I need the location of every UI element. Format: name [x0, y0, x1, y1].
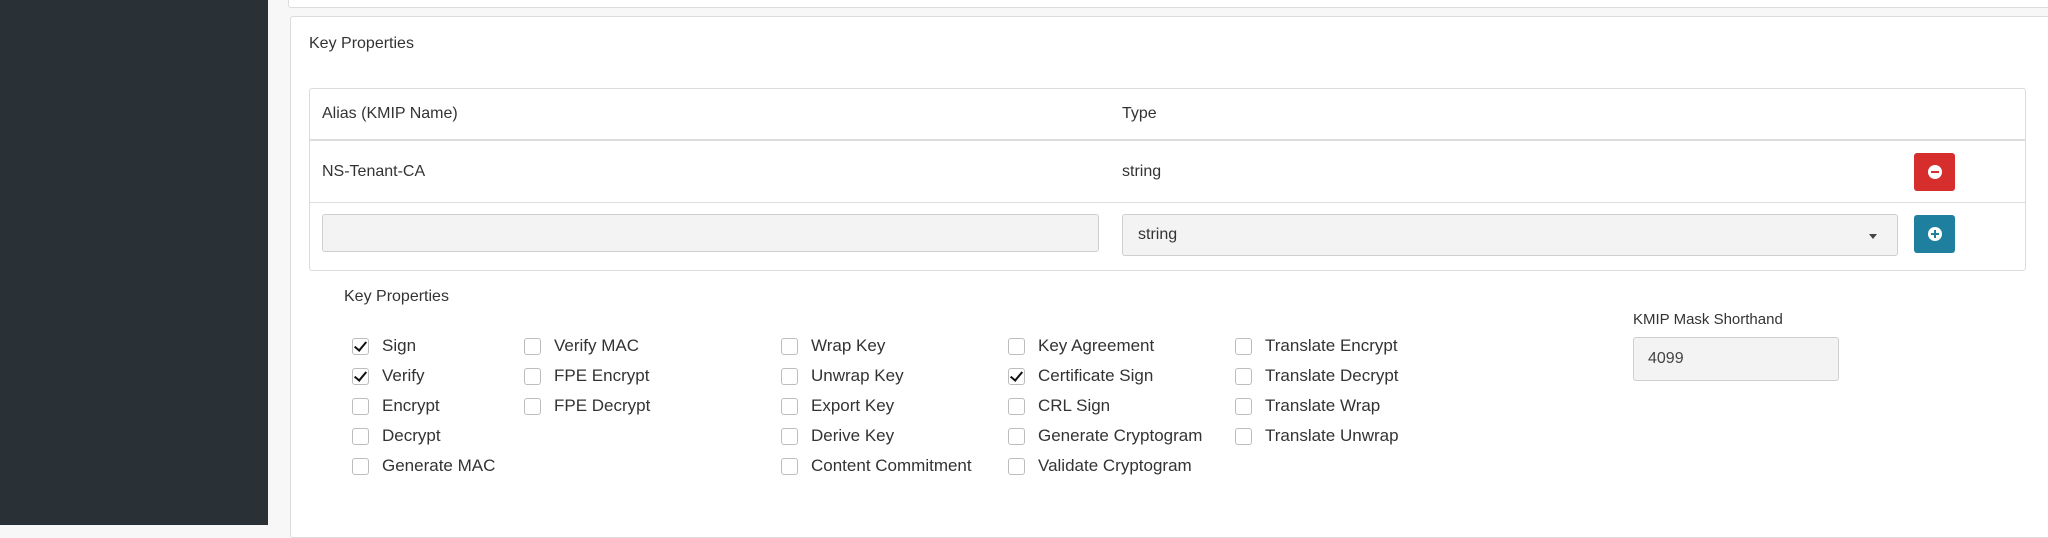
- checkbox-box[interactable]: [1008, 457, 1025, 475]
- checkbox-verify[interactable]: Verify: [352, 365, 425, 387]
- checkbox-box[interactable]: [352, 427, 369, 445]
- checkbox-box[interactable]: [1008, 337, 1025, 355]
- checkbox-validate-cryptogram[interactable]: Validate Cryptogram: [1008, 455, 1192, 477]
- checkbox-label: Export Key: [811, 396, 895, 415]
- checkbox-certificate-sign[interactable]: Certificate Sign: [1008, 365, 1153, 387]
- plus-circle-icon: [1927, 227, 1942, 241]
- checkbox-box[interactable]: [1235, 427, 1252, 445]
- minus-circle-icon: [1927, 165, 1942, 179]
- checkbox-generate-cryptogram[interactable]: Generate Cryptogram: [1008, 425, 1202, 447]
- alias-column-header: Alias (KMIP Name): [322, 105, 458, 122]
- checkbox-label: Derive Key: [811, 426, 895, 445]
- checkbox-box[interactable]: [524, 367, 541, 385]
- checkbox-label: Translate Unwrap: [1265, 426, 1399, 445]
- checkbox-label: Validate Cryptogram: [1038, 456, 1192, 475]
- checkbox-label: Verify: [382, 366, 425, 385]
- type-select-value: string: [1138, 226, 1178, 243]
- key-properties-title: Key Properties: [344, 288, 449, 305]
- checkbox-label: Encrypt: [382, 396, 440, 415]
- add-alias-button[interactable]: [1914, 215, 1955, 253]
- checkbox-derive-key[interactable]: Derive Key: [781, 425, 894, 447]
- kmip-mask-label: KMIP Mask Shorthand: [1633, 311, 1783, 328]
- checkbox-box[interactable]: [352, 367, 369, 385]
- checkbox-label: Unwrap Key: [811, 366, 904, 385]
- checkbox-label: Certificate Sign: [1038, 366, 1154, 385]
- checkbox-box[interactable]: [1008, 397, 1025, 415]
- table-row: NS-Tenant-CA string: [310, 141, 2025, 203]
- previous-panel-edge: [288, 0, 2048, 8]
- type-column-header: Type: [1122, 105, 1157, 122]
- checkbox-encrypt[interactable]: Encrypt: [352, 395, 440, 417]
- checkbox-translate-decrypt[interactable]: Translate Decrypt: [1235, 365, 1399, 387]
- checkbox-verify-mac[interactable]: Verify MAC: [524, 335, 639, 357]
- checkbox-export-key[interactable]: Export Key: [781, 395, 894, 417]
- checkbox-box[interactable]: [781, 397, 798, 415]
- type-select[interactable]: string: [1122, 214, 1898, 256]
- checkbox-box[interactable]: [781, 337, 798, 355]
- key-properties-panel: Key Properties Alias (KMIP Name) Type NS…: [290, 16, 2048, 538]
- checkbox-crl-sign[interactable]: CRL Sign: [1008, 395, 1110, 417]
- checkbox-label: FPE Decrypt: [554, 396, 651, 415]
- checkbox-box[interactable]: [1235, 337, 1252, 355]
- remove-alias-button[interactable]: [1914, 153, 1955, 191]
- alias-cell: NS-Tenant-CA: [322, 163, 426, 180]
- caret-down-icon: [1869, 234, 1877, 239]
- alias-table: Alias (KMIP Name) Type NS-Tenant-CA stri…: [309, 88, 2026, 271]
- checkbox-box[interactable]: [781, 427, 798, 445]
- checkbox-unwrap-key[interactable]: Unwrap Key: [781, 365, 904, 387]
- checkbox-label: Key Agreement: [1038, 336, 1155, 355]
- checkbox-box[interactable]: [352, 397, 369, 415]
- checkbox-box[interactable]: [1008, 367, 1025, 385]
- checkbox-content-commitment[interactable]: Content Commitment: [781, 455, 972, 477]
- checkbox-fpe-decrypt[interactable]: FPE Decrypt: [524, 395, 650, 417]
- checkbox-box[interactable]: [1235, 367, 1252, 385]
- checkbox-translate-wrap[interactable]: Translate Wrap: [1235, 395, 1380, 417]
- panel-title: Key Properties: [309, 35, 414, 52]
- checkbox-label: Verify MAC: [554, 336, 640, 355]
- table-header: Alias (KMIP Name) Type: [310, 89, 2025, 141]
- checkbox-translate-unwrap[interactable]: Translate Unwrap: [1235, 425, 1399, 447]
- checkbox-label: Translate Wrap: [1265, 396, 1381, 415]
- checkbox-label: CRL Sign: [1038, 396, 1111, 415]
- checkbox-fpe-encrypt[interactable]: FPE Encrypt: [524, 365, 649, 387]
- checkbox-label: FPE Encrypt: [554, 366, 650, 385]
- checkbox-label: Translate Encrypt: [1265, 336, 1398, 355]
- checkbox-box[interactable]: [352, 337, 369, 355]
- checkbox-key-agreement[interactable]: Key Agreement: [1008, 335, 1154, 357]
- checkbox-label: Translate Decrypt: [1265, 366, 1399, 385]
- checkbox-translate-encrypt[interactable]: Translate Encrypt: [1235, 335, 1398, 357]
- checkbox-generate-mac[interactable]: Generate MAC: [352, 455, 495, 477]
- checkbox-box[interactable]: [524, 397, 541, 415]
- checkbox-sign[interactable]: Sign: [352, 335, 416, 357]
- checkbox-box[interactable]: [781, 457, 798, 475]
- type-cell: string: [1122, 163, 1162, 180]
- checkbox-label: Generate MAC: [382, 456, 496, 475]
- checkbox-box[interactable]: [1008, 427, 1025, 445]
- checkbox-decrypt[interactable]: Decrypt: [352, 425, 441, 447]
- alias-input[interactable]: [322, 214, 1099, 252]
- kmip-mask-input[interactable]: [1633, 337, 1839, 381]
- checkbox-box[interactable]: [352, 457, 369, 475]
- checkbox-box[interactable]: [1235, 397, 1252, 415]
- checkbox-label: Generate Cryptogram: [1038, 426, 1203, 445]
- checkbox-label: Sign: [382, 336, 417, 355]
- checkbox-label: Content Commitment: [811, 456, 972, 475]
- checkbox-box[interactable]: [781, 367, 798, 385]
- checkbox-wrap-key[interactable]: Wrap Key: [781, 335, 885, 357]
- new-alias-row: string: [310, 203, 2025, 270]
- sidebar: [0, 0, 268, 525]
- checkbox-box[interactable]: [524, 337, 541, 355]
- checkbox-label: Decrypt: [382, 426, 441, 445]
- checkbox-label: Wrap Key: [811, 336, 886, 355]
